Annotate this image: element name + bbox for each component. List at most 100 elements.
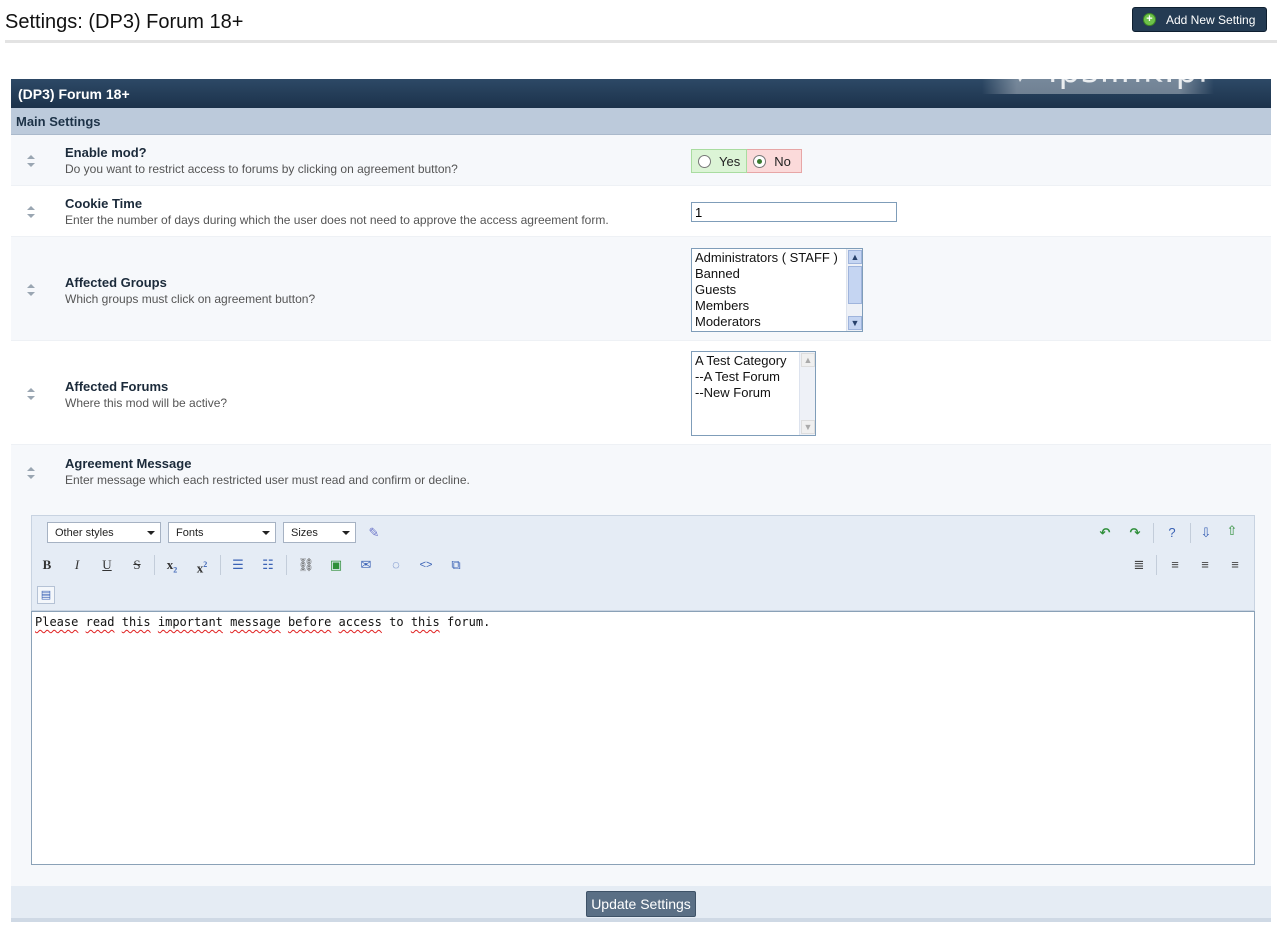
editor-word: important: [157, 615, 223, 629]
strikethrough-icon[interactable]: S: [127, 555, 147, 575]
editor-word: Please: [35, 615, 79, 629]
header-divider: [5, 40, 1277, 43]
form-footer: Update Settings: [11, 886, 1271, 922]
add-new-setting-label: Add New Setting: [1166, 12, 1256, 27]
listbox-scrollbar[interactable]: ▲ ▼: [846, 249, 862, 331]
update-settings-button[interactable]: Update Settings: [586, 891, 696, 917]
list-option[interactable]: --A Test Forum: [692, 369, 815, 385]
code-icon[interactable]: <>: [416, 555, 436, 575]
link-icon[interactable]: ⛓: [296, 555, 316, 575]
editor-word: before: [287, 615, 332, 629]
sizes-select[interactable]: Sizes: [283, 522, 356, 543]
watermark-text: ipslink.pl: [1048, 51, 1209, 91]
radio-no-option[interactable]: No: [747, 149, 802, 173]
superscript-icon[interactable]: x2: [192, 555, 212, 575]
styles-select[interactable]: Other styles: [47, 522, 161, 543]
align-center-icon[interactable]: ≡: [1195, 555, 1215, 575]
align-right-icon[interactable]: ≡: [1225, 555, 1245, 575]
message-editor-area[interactable]: Please read this important message befor…: [31, 611, 1255, 865]
setting-description: Which groups must click on agreement but…: [65, 292, 316, 306]
fonts-select-value: Fonts: [176, 527, 204, 539]
editor-word: this: [410, 615, 440, 629]
drag-handle-icon[interactable]: [26, 283, 36, 297]
upload-icon[interactable]: ⇧: [1222, 521, 1242, 541]
numbered-list-icon[interactable]: ☷: [258, 555, 278, 575]
media-icon[interactable]: ⧉: [446, 555, 466, 575]
editor-word: read: [85, 615, 115, 629]
radio-yes-option[interactable]: Yes: [691, 149, 748, 173]
setting-name: Agreement Message: [65, 456, 192, 471]
setting-row-affected-groups: Affected Groups Which groups must click …: [11, 237, 1271, 341]
listbox-scrollbar: ▲ ▼: [799, 352, 815, 435]
list-option[interactable]: Banned: [692, 266, 862, 282]
drag-handle-icon[interactable]: [26, 205, 36, 219]
list-option[interactable]: Administrators ( STAFF ): [692, 250, 862, 266]
setting-row-cookie-time: Cookie Time Enter the number of days dur…: [11, 186, 1271, 237]
plus-icon: +: [1143, 13, 1156, 26]
image-icon[interactable]: ▣: [326, 555, 346, 575]
redo-icon[interactable]: ↷: [1125, 523, 1145, 543]
editor-word: to: [389, 615, 404, 629]
list-option[interactable]: Members: [692, 298, 862, 314]
drag-handle-icon[interactable]: [26, 466, 36, 480]
quote-icon[interactable]: ◌: [386, 555, 406, 575]
editor-word: message: [230, 615, 281, 629]
add-new-setting-button[interactable]: + Add New Setting: [1132, 7, 1267, 32]
italic-icon[interactable]: I: [67, 555, 87, 575]
affected-forums-listbox[interactable]: A Test Category --A Test Forum --New For…: [691, 351, 816, 436]
undo-icon[interactable]: ↶: [1095, 523, 1115, 543]
setting-description: Enter the number of days during which th…: [65, 213, 609, 227]
radio-no-label: No: [774, 153, 791, 169]
editor-word: forum.: [446, 615, 491, 629]
setting-name: Affected Groups: [65, 275, 167, 290]
setting-row-enable-mod: Enable mod? Do you want to restrict acce…: [11, 135, 1271, 186]
fonts-select[interactable]: Fonts: [168, 522, 276, 543]
scroll-up-icon: ▲: [801, 353, 815, 367]
scroll-thumb[interactable]: [848, 266, 862, 304]
editor-word: access: [338, 615, 382, 629]
page-title: Settings: (DP3) Forum 18+: [5, 11, 244, 33]
enable-mod-radio-group: Yes No: [691, 149, 802, 173]
setting-name: Affected Forums: [65, 379, 169, 394]
source-toggle-icon[interactable]: ▤: [37, 586, 55, 604]
remove-format-icon[interactable]: ✎: [364, 523, 384, 543]
setting-label: Affected Groups Which groups must click …: [65, 275, 315, 306]
page-header: Settings: (DP3) Forum 18+ + Add New Sett…: [0, 0, 1282, 44]
setting-description: Do you want to restrict access to forums…: [65, 162, 458, 176]
list-option[interactable]: Guests: [692, 282, 862, 298]
setting-name: Enable mod?: [65, 145, 147, 160]
scroll-down-icon: ▼: [801, 420, 815, 434]
scroll-up-icon[interactable]: ▲: [848, 250, 862, 264]
styles-select-value: Other styles: [55, 527, 114, 539]
list-option[interactable]: A Test Category: [692, 353, 815, 369]
radio-yes-label: Yes: [719, 153, 741, 169]
email-icon[interactable]: ✉: [356, 555, 376, 575]
radio-no[interactable]: [753, 154, 767, 168]
drag-handle-icon[interactable]: [26, 154, 36, 168]
setting-label: Affected Forums Where this mod will be a…: [65, 379, 227, 410]
list-option[interactable]: Moderators: [692, 314, 862, 330]
setting-description: Enter message which each restricted user…: [65, 473, 470, 487]
download-icon[interactable]: ⇩: [1196, 523, 1216, 543]
list-option[interactable]: --New Forum: [692, 385, 815, 401]
subscript-icon[interactable]: x2: [162, 555, 182, 575]
scroll-down-icon[interactable]: ▼: [848, 316, 862, 330]
setting-description: Where this mod will be active?: [65, 396, 228, 410]
setting-label: Enable mod? Do you want to restrict acce…: [65, 145, 458, 176]
indent-icon[interactable]: ≣: [1129, 555, 1149, 575]
bullet-list-icon[interactable]: ☰: [228, 555, 248, 575]
editor-toolbar: Other styles Fonts Sizes ✎ ↶ ↷ ? ⇩ ⇧ B I…: [31, 515, 1255, 611]
bold-icon[interactable]: B: [37, 555, 57, 575]
help-icon[interactable]: ?: [1162, 523, 1182, 543]
align-left-icon[interactable]: ≡: [1165, 555, 1185, 575]
affected-groups-listbox[interactable]: Administrators ( STAFF ) Banned Guests M…: [691, 248, 863, 332]
radio-yes[interactable]: [698, 154, 711, 168]
rich-text-editor: Other styles Fonts Sizes ✎ ↶ ↷ ? ⇩ ⇧ B I…: [31, 515, 1255, 865]
setting-label: Agreement Message Enter message which ea…: [65, 456, 470, 487]
setting-name: Cookie Time: [65, 196, 143, 211]
watermark-check-icon: [1006, 60, 1036, 82]
cookie-time-input[interactable]: [691, 202, 897, 222]
sizes-select-value: Sizes: [291, 527, 318, 539]
drag-handle-icon[interactable]: [26, 387, 36, 401]
underline-icon[interactable]: U: [97, 555, 117, 575]
